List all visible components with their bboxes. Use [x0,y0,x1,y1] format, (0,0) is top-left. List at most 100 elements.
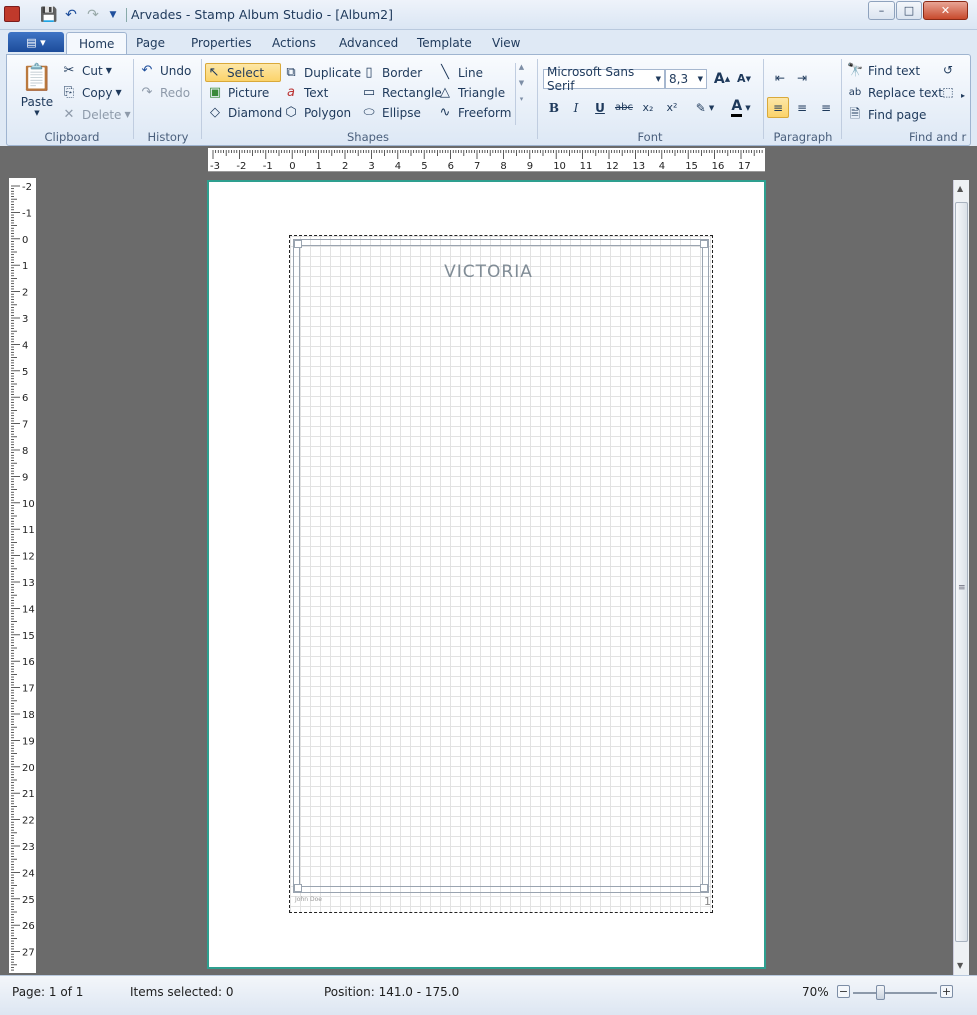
scrollbar-thumb[interactable]: ≡ [955,202,968,942]
line-tool-button[interactable]: ╲ Line [437,63,483,82]
triangle-tool-button[interactable]: △ Triangle [437,83,505,102]
toolbar-separator [126,8,127,22]
tab-properties[interactable]: Properties [179,32,264,54]
shrink-font-button[interactable]: A ▼ [733,68,755,89]
ruler-label: 19 [22,736,35,747]
clipboard-group: 📋 Paste ▼ ✂ Cut ▼ ⎘ Copy ▼ ✕ Delete ▼ Clipb… [11,57,133,145]
font-color-button[interactable]: A ▼ [725,97,757,118]
freeform-tool-button[interactable]: ∿ Freeform [437,103,512,122]
zoom-in-button[interactable]: + [940,985,953,998]
paste-icon: 📋 [20,63,54,93]
find-page-button[interactable]: 🗎 Find page [847,105,927,124]
scissors-icon: ✂ [63,62,75,78]
select-tool-button[interactable]: ↖ Select [205,63,281,82]
ellipse-icon: ⬭ [363,104,375,120]
find-page-icon: 🗎 [849,106,861,122]
underline-button[interactable]: U [589,97,611,118]
font-size-select[interactable]: 8,3 ▼ [665,69,707,89]
album-page[interactable]: VICTORIA John Doe 1 [207,180,766,969]
picture-tool-button[interactable]: ▣ Picture [207,83,269,102]
align-left-icon[interactable]: ≡ [767,97,789,118]
tab-view[interactable]: View [480,32,532,54]
zoom-slider-thumb[interactable] [876,985,885,1000]
shapes-label: Shapes [346,130,389,144]
redo-icon[interactable]: ↷ [84,6,102,24]
customize-toolbar-icon[interactable]: ▼ [104,6,122,24]
inner-frame[interactable] [299,245,703,887]
increase-indent-icon[interactable]: ⇥ [791,67,813,88]
ribbon-overflow-icon[interactable]: ▸ [957,85,969,106]
loop-icon[interactable]: ↺ [937,59,959,80]
page-heading[interactable]: VICTORIA [209,262,768,282]
ruler-label: 9 [527,161,533,172]
paste-button[interactable]: 📋 Paste ▼ [17,61,57,123]
minimize-button[interactable]: – [868,1,895,20]
redo-button[interactable]: ↷ Redo [139,83,191,102]
file-menu-button[interactable]: ▤ ▾ [8,32,64,52]
find-text-button[interactable]: 🔭 Find text [847,61,920,80]
tab-page[interactable]: Page [124,32,177,54]
subscript-button[interactable]: x₂ [637,97,659,118]
delete-button[interactable]: ✕ Delete ▼ [61,105,131,124]
ruler-label: 20 [22,763,35,774]
close-button[interactable]: ✕ [923,1,968,20]
italic-button[interactable]: I [565,97,587,118]
polygon-tool-button[interactable]: ⬡ Polygon [283,103,351,122]
tab-template[interactable]: Template [405,32,484,54]
decrease-indent-icon[interactable]: ⇤ [769,67,791,88]
redo-arrow-icon: ↷ [141,84,153,100]
ribbon-tabs: ▤ ▾ Home Page Properties Actions Advance… [0,30,977,54]
ellipse-tool-button[interactable]: ⬭ Ellipse [361,103,420,122]
replace-icon: ab [848,86,862,98]
superscript-button[interactable]: x² [661,97,683,118]
strikethrough-button[interactable]: abc [613,97,635,118]
highlight-button[interactable]: ✎ ▼ [689,97,721,118]
ruler-label: 4 [659,161,665,172]
app-logo-icon[interactable] [4,6,20,22]
ruler-label: 15 [685,161,698,172]
ruler-label: 6 [448,161,454,172]
tab-advanced[interactable]: Advanced [327,32,410,54]
cut-button[interactable]: ✂ Cut ▼ [61,61,112,80]
history-group: ↶ Undo ↷ Redo History [135,57,201,145]
scroll-up-icon[interactable]: ▲ [957,184,963,193]
tab-home[interactable]: Home [66,32,128,54]
maximize-button[interactable]: □ [896,1,922,20]
frame-corner [700,884,708,892]
font-name-select[interactable]: Microsoft Sans Serif ▼ [543,65,665,93]
ruler-label: 8 [500,161,506,172]
ruler-label: 17 [22,684,35,695]
rectangle-tool-button[interactable]: ▭ Rectangle [361,83,442,102]
copy-button[interactable]: ⎘ Copy ▼ [61,83,122,102]
diamond-tool-button[interactable]: ◇ Diamond [207,103,282,122]
undo-arrow-icon: ↶ [141,62,153,78]
duplicate-button[interactable]: ⧉ Duplicate [283,63,361,82]
undo-button[interactable]: ↶ Undo [139,61,192,80]
zoom-level: 70% [802,985,829,999]
zoom-out-button[interactable]: − [837,985,850,998]
undo-icon[interactable]: ↶ [62,6,80,24]
border-tool-button[interactable]: ▯ Border [361,63,422,82]
status-bar: Page: 1 of 1 Items selected: 0 Position:… [0,975,977,1015]
select-all-icon[interactable]: ⬚ [937,81,959,102]
ruler-label: 14 [22,604,35,615]
ruler-label: 1 [22,261,28,272]
ruler-label: 0 [22,235,28,246]
ruler-label: 3 [22,314,28,325]
save-icon[interactable]: 💾 [40,6,58,24]
align-center-icon[interactable]: ≡ [791,97,813,118]
replace-text-button[interactable]: ab Replace text [847,83,943,102]
chevron-down-icon: ▼ [697,75,703,83]
shapes-gallery-scroll[interactable]: ▲ ▼ ▾ [515,63,527,125]
grow-font-button[interactable]: A ▲ [711,68,733,89]
bold-button[interactable]: B [543,97,565,118]
vertical-scrollbar[interactable]: ▲ ≡ ▼ [953,180,969,975]
align-right-icon[interactable]: ≡ [815,97,837,118]
tab-actions[interactable]: Actions [260,32,328,54]
text-icon: a [287,84,295,100]
ruler-label: -2 [236,161,246,172]
scroll-down-icon[interactable]: ▼ [957,961,963,970]
zoom-slider-track[interactable] [853,992,937,994]
ruler-label: 11 [22,525,35,536]
text-tool-button[interactable]: a Text [283,83,328,102]
